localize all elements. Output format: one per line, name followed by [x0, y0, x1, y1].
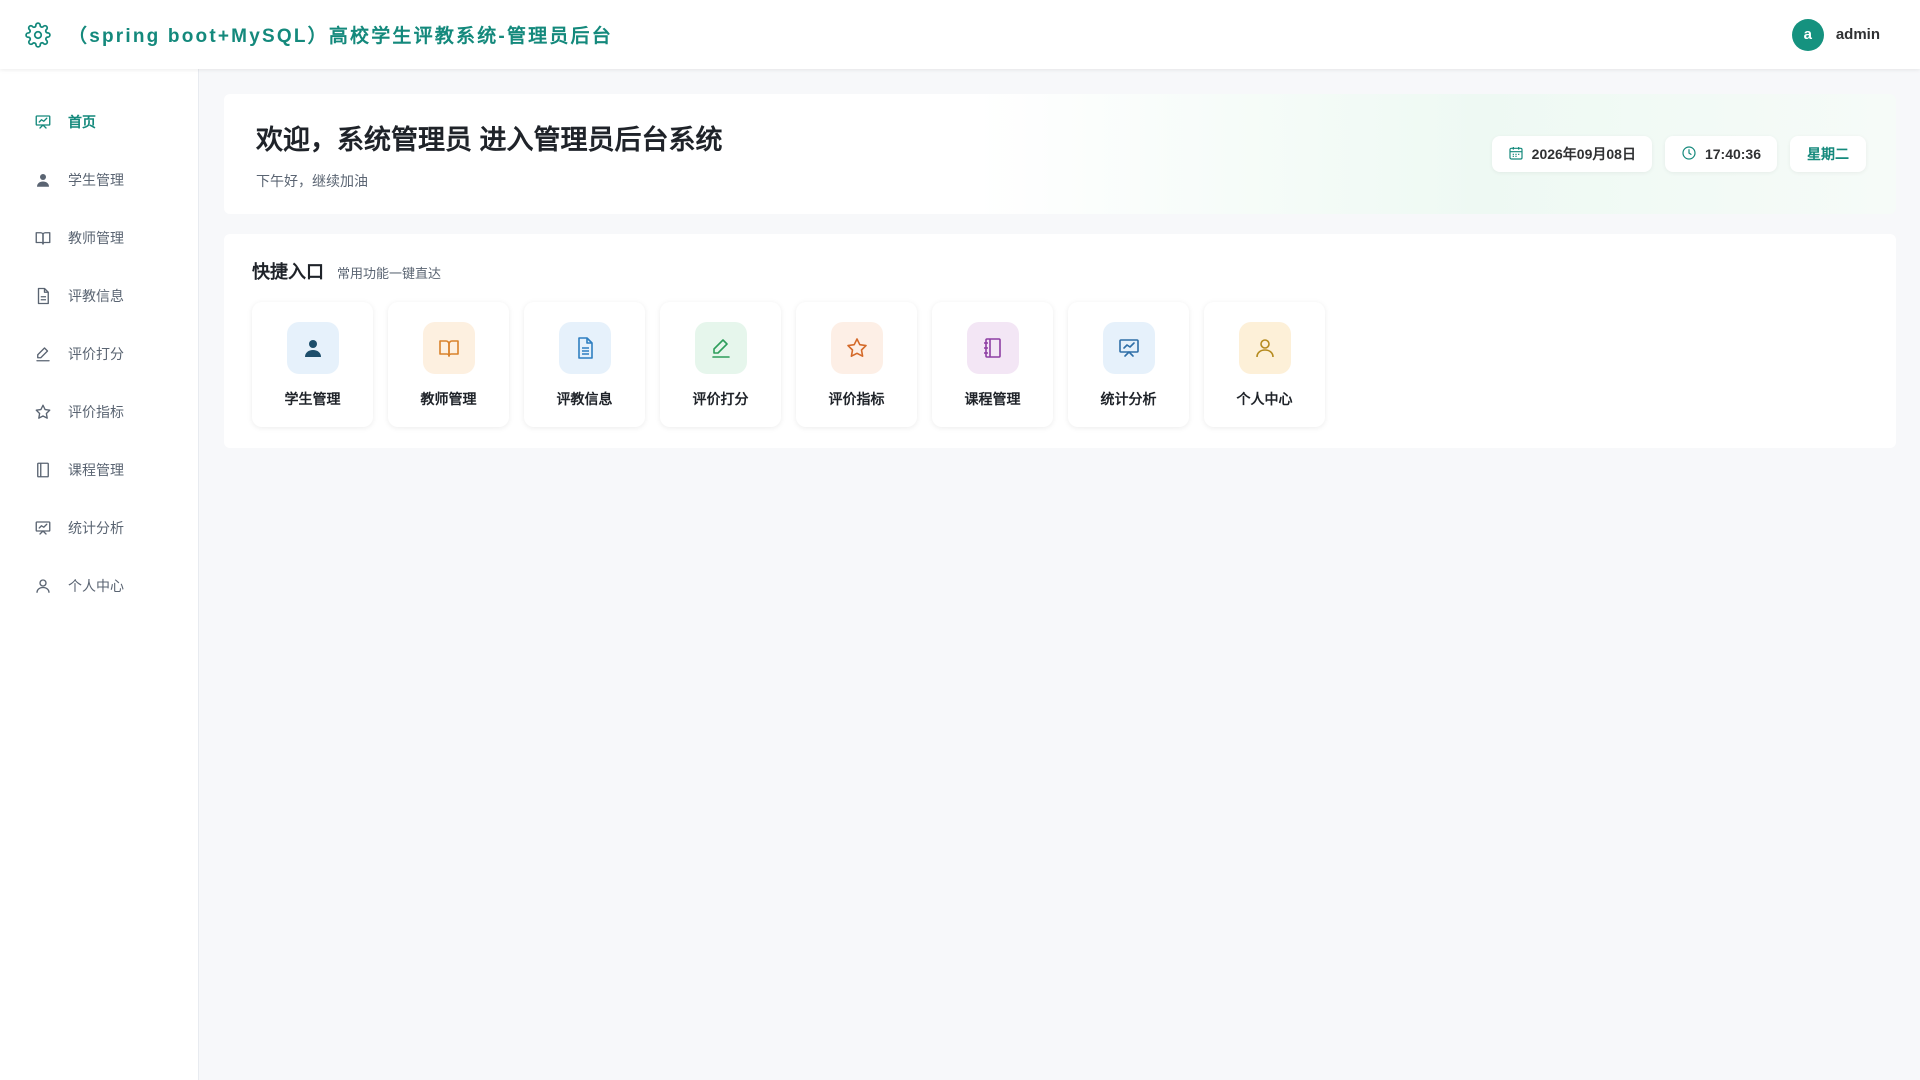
calendar-icon — [1508, 145, 1524, 164]
quick-entry-subtitle: 常用功能一键直达 — [337, 266, 442, 281]
quick-tile-profile[interactable]: 个人中心 — [1204, 302, 1325, 427]
tile-label: 个人中心 — [1236, 391, 1293, 407]
quick-tile-courses[interactable]: 课程管理 — [932, 302, 1053, 427]
quick-entry-panel: 快捷入口 常用功能一键直达 学生管理 教师管理 评教信息 评价打分 评价指标 课… — [224, 234, 1896, 448]
star-icon — [34, 403, 52, 421]
presentation-icon — [1102, 322, 1155, 374]
gear-icon[interactable] — [24, 21, 52, 49]
sidebar-item-label: 统计分析 — [68, 520, 124, 536]
sidebar-item-label: 评价打分 — [68, 346, 124, 362]
sidebar-item-label: 首页 — [68, 114, 96, 130]
notebook-icon — [34, 461, 52, 479]
book-icon — [422, 322, 475, 374]
presentation-icon — [34, 519, 52, 537]
sidebar-item-evaluations[interactable]: 评教信息 — [0, 267, 198, 325]
date-value: 2026年09月08日 — [1531, 146, 1636, 162]
tile-label: 统计分析 — [1100, 391, 1157, 407]
clock-icon — [1681, 145, 1697, 164]
time-value: 17:40:36 — [1704, 146, 1761, 162]
sidebar-item-label: 评教信息 — [68, 288, 124, 304]
tile-label: 评价打分 — [692, 391, 749, 407]
sidebar-item-statistics[interactable]: 统计分析 — [0, 499, 198, 557]
user-outline-icon — [34, 577, 52, 595]
top-header: （spring boot+MySQL）高校学生评教系统-管理员后台 a admi… — [0, 0, 1920, 69]
sidebar-item-label: 课程管理 — [68, 462, 124, 478]
star-icon — [830, 322, 883, 374]
welcome-title: 欢迎，系统管理员 进入管理员后台系统 — [256, 124, 723, 155]
avatar[interactable]: a — [1791, 18, 1824, 51]
sidebar-item-label: 评价指标 — [68, 404, 124, 420]
brand: （spring boot+MySQL）高校学生评教系统-管理员后台 — [24, 21, 613, 49]
document-icon — [558, 322, 611, 374]
pencil-icon — [34, 345, 52, 363]
date-chip: 2026年09月08日 — [1491, 136, 1652, 172]
quick-entry-title: 快捷入口 — [252, 262, 324, 282]
pencil-icon — [694, 322, 747, 374]
user-icon — [286, 322, 339, 374]
welcome-banner: 欢迎，系统管理员 进入管理员后台系统 下午好，继续加油 2026年09月08日 … — [224, 94, 1896, 214]
quick-tile-statistics[interactable]: 统计分析 — [1068, 302, 1189, 427]
sidebar: 首页 学生管理 教师管理 评教信息 评价打分 评价指标 课程管理 统计分析 个人… — [0, 69, 199, 1080]
time-chip: 17:40:36 — [1664, 136, 1777, 172]
user-icon — [34, 171, 52, 189]
presentation-icon — [34, 113, 52, 131]
sidebar-item-teachers[interactable]: 教师管理 — [0, 209, 198, 267]
quick-tile-students[interactable]: 学生管理 — [252, 302, 373, 427]
sidebar-item-label: 学生管理 — [68, 172, 124, 188]
user-menu[interactable]: a admin — [1791, 18, 1880, 51]
quick-tile-teachers[interactable]: 教师管理 — [388, 302, 509, 427]
document-icon — [34, 287, 52, 305]
username[interactable]: admin — [1836, 26, 1880, 43]
notebook-icon — [966, 322, 1019, 374]
tile-label: 评价指标 — [828, 391, 885, 407]
weekday-value: 星期二 — [1807, 146, 1849, 162]
weekday-chip: 星期二 — [1790, 136, 1866, 172]
tile-label: 课程管理 — [964, 391, 1021, 407]
date-time-chips: 2026年09月08日 17:40:36 星期二 — [1491, 136, 1866, 172]
welcome-subtitle: 下午好，继续加油 — [256, 172, 368, 189]
tile-label: 评教信息 — [556, 391, 613, 407]
tile-label: 学生管理 — [284, 391, 341, 407]
user-outline-icon — [1238, 322, 1291, 374]
sidebar-item-courses[interactable]: 课程管理 — [0, 441, 198, 499]
sidebar-item-profile[interactable]: 个人中心 — [0, 557, 198, 615]
welcome-text: 欢迎，系统管理员 进入管理员后台系统 下午好，继续加油 — [256, 118, 723, 191]
quick-entry-header: 快捷入口 常用功能一键直达 — [252, 258, 1868, 284]
sidebar-item-scoring[interactable]: 评价打分 — [0, 325, 198, 383]
sidebar-item-label: 个人中心 — [68, 578, 124, 594]
quick-entry-tiles: 学生管理 教师管理 评教信息 评价打分 评价指标 课程管理 统计分析 个人中心 — [252, 302, 1868, 427]
quick-tile-indicators[interactable]: 评价指标 — [796, 302, 917, 427]
quick-tile-scoring[interactable]: 评价打分 — [660, 302, 781, 427]
tile-label: 教师管理 — [420, 391, 477, 407]
quick-tile-evaluations[interactable]: 评教信息 — [524, 302, 645, 427]
sidebar-item-home[interactable]: 首页 — [0, 93, 198, 151]
book-icon — [34, 229, 52, 247]
sidebar-item-indicators[interactable]: 评价指标 — [0, 383, 198, 441]
sidebar-item-label: 教师管理 — [68, 230, 124, 246]
app-title: （spring boot+MySQL）高校学生评教系统-管理员后台 — [68, 26, 613, 47]
sidebar-item-students[interactable]: 学生管理 — [0, 151, 198, 209]
